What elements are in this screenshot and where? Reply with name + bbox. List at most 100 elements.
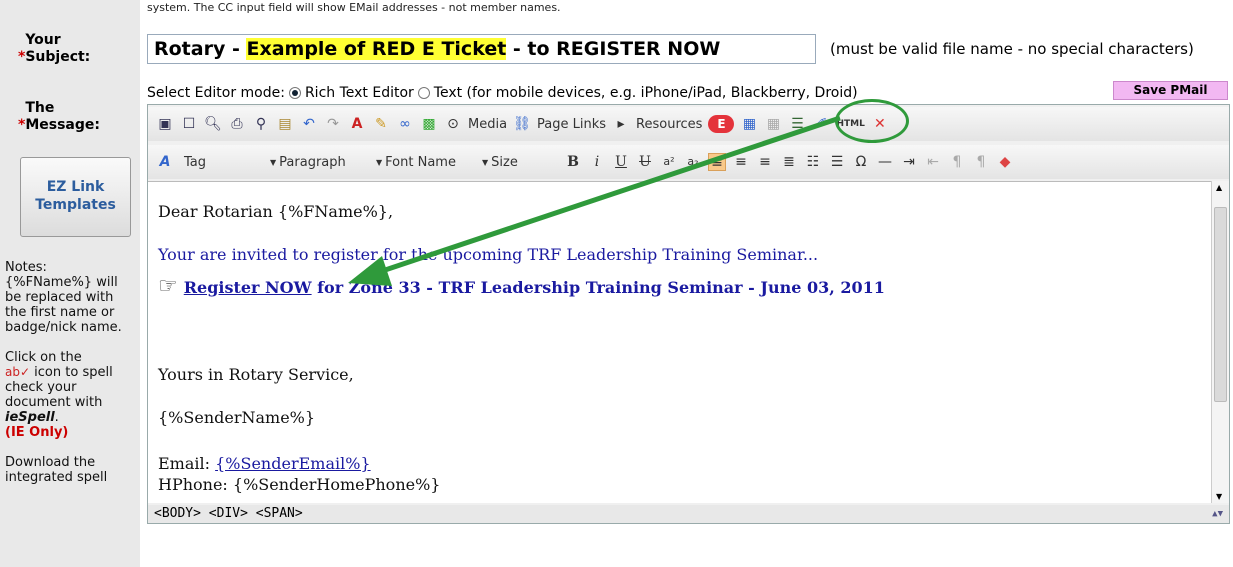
- paste-icon[interactable]: ▤: [276, 115, 294, 133]
- preview-icon[interactable]: 🔍︎: [204, 115, 222, 133]
- chevron-down-icon: ▼: [376, 157, 383, 167]
- superscript-icon[interactable]: a²: [660, 153, 678, 171]
- numbered-list-icon[interactable]: ☷: [804, 153, 822, 171]
- page-links-icon[interactable]: ⛓: [513, 115, 531, 133]
- clean-icon[interactable]: ◆: [996, 153, 1014, 171]
- italic-icon[interactable]: i: [588, 153, 606, 171]
- media-button[interactable]: Media: [468, 117, 507, 132]
- pointing-hand-icon: ☞: [158, 274, 178, 299]
- form-icon[interactable]: ☰: [788, 115, 806, 133]
- horizontal-rule-icon[interactable]: —: [876, 153, 894, 171]
- notes-panel: Notes: {%FName%} will be replaced with t…: [5, 260, 137, 485]
- resources-icon[interactable]: ▸: [612, 115, 630, 133]
- tag-select[interactable]: Tag: [180, 155, 260, 170]
- tag-select-label: Tag: [184, 154, 207, 170]
- editor-mode-label: Select Editor mode:: [147, 85, 285, 101]
- media-icon[interactable]: ⊙: [444, 115, 462, 133]
- ltr-icon[interactable]: ¶: [948, 153, 966, 171]
- highlight-color-icon[interactable]: ✎: [372, 115, 390, 133]
- ez-link-templates-button[interactable]: EZ Link Templates: [20, 157, 131, 237]
- redo-icon[interactable]: ↷: [324, 115, 342, 133]
- align-left-icon[interactable]: ≡: [708, 153, 726, 171]
- strikethrough-icon[interactable]: U: [636, 153, 654, 171]
- closing-line: Yours in Rotary Service,: [158, 365, 354, 384]
- editor-status-bar: <BODY> <DIV> <SPAN> ▲▼: [148, 505, 1229, 523]
- subject-hint: (must be valid file name - no special ch…: [830, 40, 1194, 58]
- notes-ie-only: (IE Only): [5, 425, 69, 440]
- phone-line: HPhone: {%SenderHomePhone%}: [158, 475, 441, 494]
- subject-label-text: Your Subject:: [25, 32, 91, 65]
- resources-button[interactable]: Resources: [636, 117, 702, 132]
- subscript-icon[interactable]: a₂: [684, 153, 702, 171]
- greeting-line: Dear Rotarian {%FName%},: [158, 202, 393, 221]
- save-pmail-button[interactable]: Save PMail: [1113, 81, 1228, 100]
- bold-icon[interactable]: B: [564, 153, 582, 171]
- print-icon[interactable]: ⎙: [228, 115, 246, 133]
- sender-name-line: {%SenderName%}: [158, 408, 316, 427]
- scroll-down-icon[interactable]: ▼: [1216, 492, 1222, 501]
- image-icon[interactable]: ▩: [420, 115, 438, 133]
- eraser-icon[interactable]: ✐: [812, 115, 830, 133]
- notes-fname: {%FName%} will be replaced with the firs…: [5, 275, 122, 335]
- subject-input[interactable]: Rotary - Example of RED E Ticket - to RE…: [147, 34, 816, 64]
- radio-plain-text-label[interactable]: Text (for mobile devices, e.g. iPhone/iP…: [434, 85, 858, 101]
- required-mark: *: [18, 49, 26, 65]
- rtl-icon[interactable]: ¶: [972, 153, 990, 171]
- e-ticket-icon[interactable]: E: [708, 115, 735, 133]
- notes-download: Download the integrated spell: [5, 455, 108, 485]
- resize-icon[interactable]: ▲▼: [1212, 505, 1223, 523]
- scrollbar-thumb[interactable]: [1214, 207, 1227, 402]
- subject-suffix: - to REGISTER NOW: [506, 38, 721, 60]
- link-icon[interactable]: ∞: [396, 115, 414, 133]
- radio-plain-text[interactable]: [417, 87, 430, 99]
- notes-spell-before: Click on the: [5, 350, 82, 365]
- page-links-button[interactable]: Page Links: [537, 117, 606, 132]
- find-icon[interactable]: ⚲: [252, 115, 270, 133]
- notes-spell-line: ab✓ icon to spell check your document wi…: [5, 365, 113, 425]
- outdent-icon[interactable]: ⇤: [924, 153, 942, 171]
- table-icon[interactable]: ▦: [740, 115, 758, 133]
- subject-highlight: Example of RED E Ticket: [246, 38, 507, 60]
- underline-icon[interactable]: U: [612, 153, 630, 171]
- invite-line: Your are invited to register for the upc…: [158, 245, 819, 264]
- status-bar-path: <BODY> <DIV> <SPAN>: [154, 506, 303, 521]
- editor-vertical-scrollbar[interactable]: ▲ ▼: [1211, 181, 1229, 503]
- message-label: *The Message:: [18, 100, 105, 134]
- editor-content[interactable]: Dear Rotarian {%FName%}, Your are invite…: [148, 181, 1211, 503]
- editor-toolbar-1: ▣ ☐ 🔍︎ ⎙ ⚲ ▤ ↶ ↷ A ✎ ∞ ▩ ⊙ Media ⛓ Page Li…: [148, 107, 1229, 141]
- table-props-icon[interactable]: ▦: [764, 115, 782, 133]
- size-select-label: Size: [491, 154, 518, 170]
- register-line: ☞ Register NOW for Zone 33 - TRF Leadersh…: [158, 274, 885, 299]
- email-value-link[interactable]: {%SenderEmail%}: [215, 454, 370, 473]
- email-line: Email: {%SenderEmail%}: [158, 454, 371, 473]
- notes-title: Notes:: [5, 260, 47, 275]
- save-icon[interactable]: ▣: [156, 115, 174, 133]
- register-now-link[interactable]: Register NOW: [184, 278, 312, 297]
- editor-toolbar-2: A Tag ▼ Paragraph ▼ Font Name ▼ Size B i U …: [148, 145, 1229, 179]
- register-rest-text: for Zone 33 - TRF Leadership Training Se…: [311, 278, 885, 297]
- radio-rich-text-label[interactable]: Rich Text Editor: [305, 85, 414, 101]
- indent-icon[interactable]: ⇥: [900, 153, 918, 171]
- align-right-icon[interactable]: ≡: [756, 153, 774, 171]
- font-name-select-label: Font Name: [385, 154, 456, 170]
- justify-icon[interactable]: ≣: [780, 153, 798, 171]
- cc-field-note: system. The CC input field will show EMa…: [147, 2, 561, 14]
- bulleted-list-icon[interactable]: ☰: [828, 153, 846, 171]
- special-char-icon[interactable]: Ω: [852, 153, 870, 171]
- font-name-select[interactable]: ▼ Font Name: [372, 155, 472, 170]
- style-icon[interactable]: A: [156, 153, 174, 171]
- scroll-up-icon[interactable]: ▲: [1216, 183, 1222, 192]
- paragraph-select[interactable]: ▼ Paragraph: [266, 155, 366, 170]
- chevron-down-icon: ▼: [482, 157, 489, 167]
- editor-mode-selector: Select Editor mode: Rich Text Editor Tex…: [147, 85, 858, 101]
- align-center-icon[interactable]: ≡: [732, 153, 750, 171]
- chevron-down-icon: ▼: [270, 157, 277, 167]
- font-color-icon[interactable]: A: [348, 115, 366, 133]
- size-select[interactable]: ▼ Size: [478, 155, 558, 170]
- radio-rich-text[interactable]: [288, 87, 301, 99]
- greeting-text: Dear Rotarian {%FName%},: [158, 202, 394, 221]
- subject-label: *Your Subject:: [18, 32, 115, 66]
- new-document-icon[interactable]: ☐: [180, 115, 198, 133]
- undo-icon[interactable]: ↶: [300, 115, 318, 133]
- subject-prefix: Rotary -: [154, 38, 247, 60]
